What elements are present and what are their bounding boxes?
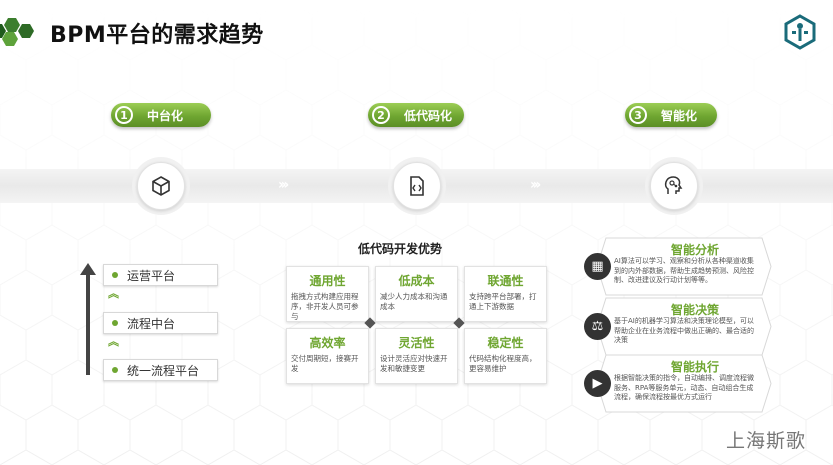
intelligence-card-decision: ⚖ 智能决策 基于AI的机器学习算法和决策理论模型，可以帮助企业在业务流程中做出… xyxy=(584,297,772,356)
title-hexagon-decoration xyxy=(0,18,34,46)
platform-stack-item: 流程中台 xyxy=(103,312,218,334)
platform-stack-label: 流程中台 xyxy=(127,316,176,331)
intelligence-card-execution: ▶ 智能执行 根据智能决策的指令，自动编排、调度流程微服务、RPA等服务单元，动… xyxy=(584,354,772,413)
advantage-body: 代码结构化程度高，更容易维护 xyxy=(469,354,537,373)
advantage-card: 联通性 支持跨平台部署，打通上下游数据 xyxy=(464,266,547,322)
stage-pill-3: 3 智能化 xyxy=(625,103,717,127)
advantage-card: 高效率 交付周期短，接赛开发 xyxy=(286,328,369,384)
intelligence-title: 智能分析 xyxy=(670,243,719,257)
advantage-title: 稳定性 xyxy=(487,336,524,350)
lowcode-advantages-title: 低代码开发优势 xyxy=(358,242,443,256)
platform-stack-label: 运营平台 xyxy=(127,268,176,283)
bullet-dot xyxy=(112,367,118,373)
advantage-body: 拖拽方式构建应用程序，非开发人员可参与 xyxy=(291,292,359,321)
advantage-body: 交付周期短，接赛开发 xyxy=(291,354,359,373)
analysis-icon: ▦ xyxy=(584,253,611,280)
advantage-body: 减少人力成本和沟通成本 xyxy=(380,292,448,311)
advantage-body: 设计灵活应对快速开发和敏捷变更 xyxy=(380,354,448,373)
advantage-body: 支持跨平台部署，打通上下游数据 xyxy=(469,292,537,311)
advantage-card: 稳定性 代码结构化程度高，更容易维护 xyxy=(464,328,547,384)
stage-number: 1 xyxy=(115,106,133,124)
bullet-dot xyxy=(112,320,118,326)
stage-label: 智能化 xyxy=(661,108,698,123)
intelligence-body: 基于AI的机器学习算法和决策理论模型，可以帮助企业在业务流程中做出正确的、最合适… xyxy=(614,317,754,344)
advantage-title: 低成本 xyxy=(398,274,435,288)
platform-stack-label: 统一流程平台 xyxy=(127,363,200,378)
double-chevron-up-icon: ︽ xyxy=(108,287,119,300)
stage-pill-2: 2 低代码化 xyxy=(368,103,464,127)
intelligence-body: 根据智能决策的指令，自动编排、调度流程微服务、RPA等服务单元，动态、自动组合生… xyxy=(614,374,754,401)
advantage-title: 通用性 xyxy=(309,274,346,288)
advantage-title: 灵活性 xyxy=(398,336,435,350)
advantage-title: 联通性 xyxy=(487,274,524,288)
platform-stack-item: 统一流程平台 xyxy=(103,359,218,381)
stage-label: 低代码化 xyxy=(404,108,453,123)
intelligence-card-analysis: ▦ 智能分析 AI算法可以学习、观察和分析从各种渠道收集到的内外部数据，帮助生成… xyxy=(584,237,772,296)
chevron-right-icon: ››› xyxy=(278,177,289,193)
advantage-card: 灵活性 设计灵活应对快速开发和敏捷变更 xyxy=(375,328,458,384)
bullet-dot xyxy=(112,272,118,278)
stage-pill-1: 1 中台化 xyxy=(111,103,211,127)
advantage-card: 低成本 减少人力成本和沟通成本 xyxy=(375,266,458,322)
advantage-card: 通用性 拖拽方式构建应用程序，非开发人员可参与 xyxy=(286,266,369,322)
code-file-icon xyxy=(410,176,424,196)
chevron-right-icon: ››› xyxy=(530,177,541,193)
platform-stack-item: 运营平台 xyxy=(103,264,218,286)
company-logo-icon xyxy=(784,14,816,50)
ai-head-icon xyxy=(664,176,683,194)
stage-icon-ring-3 xyxy=(645,157,703,215)
up-arrow-shaft xyxy=(86,275,90,375)
watermark: 上海斯歌 xyxy=(726,430,807,452)
execute-icon: ▶ xyxy=(584,370,611,397)
page-title: BPM平台的需求趋势 xyxy=(50,23,264,48)
stage-icon-ring-2 xyxy=(388,157,446,215)
double-chevron-up-icon: ︽ xyxy=(108,335,119,348)
intelligence-body: AI算法可以学习、观察和分析从各种渠道收集到的内外部数据，帮助生成趋势预测、风险… xyxy=(614,257,754,284)
cube-icon xyxy=(152,176,170,196)
intelligence-title: 智能执行 xyxy=(670,360,719,374)
stage-icon-ring-1 xyxy=(132,157,190,215)
stage-label: 中台化 xyxy=(147,108,184,123)
stage-number: 3 xyxy=(629,106,647,124)
gavel-icon: ⚖ xyxy=(584,313,611,340)
advantage-title: 高效率 xyxy=(309,336,346,350)
stage-number: 2 xyxy=(372,106,390,124)
up-arrow-icon xyxy=(80,263,96,275)
intelligence-title: 智能决策 xyxy=(670,303,719,317)
